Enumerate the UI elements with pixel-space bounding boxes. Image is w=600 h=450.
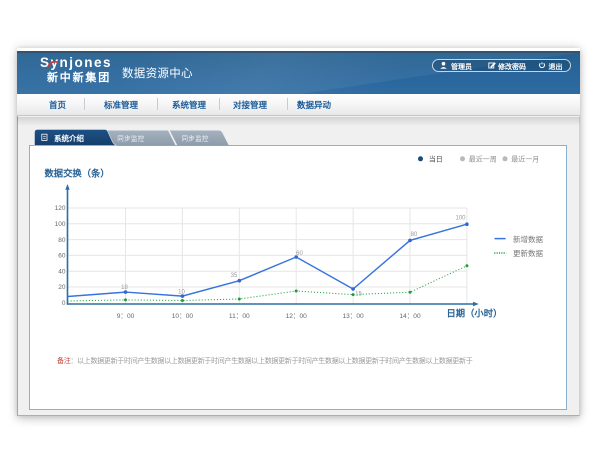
svg-text:11：00: 11：00	[229, 313, 250, 320]
svg-text:100: 100	[55, 221, 66, 228]
svg-text:60: 60	[296, 251, 303, 257]
svg-text:14：00: 14：00	[399, 313, 421, 320]
svg-text:数据交换（条）: 数据交换（条）	[45, 168, 110, 179]
svg-text:最近一周: 最近一周	[469, 155, 497, 164]
svg-text:10：00: 10：00	[172, 313, 194, 320]
svg-text:更新数据: 更新数据	[513, 248, 543, 258]
svg-text:9：00: 9：00	[117, 313, 135, 320]
svg-text:80: 80	[58, 237, 66, 244]
svg-text:新增数据: 新增数据	[513, 234, 543, 244]
svg-text:40: 40	[58, 268, 66, 275]
svg-text:100: 100	[455, 216, 466, 222]
svg-text:日期（小时）: 日期（小时）	[447, 308, 503, 319]
svg-text:20: 20	[58, 284, 66, 291]
svg-text:10: 10	[178, 290, 185, 296]
svg-text:18: 18	[121, 285, 128, 291]
svg-text:最近一月: 最近一月	[511, 155, 539, 164]
svg-text:35: 35	[231, 273, 238, 279]
svg-text:15: 15	[355, 292, 362, 298]
svg-text:系统介绍: 系统介绍	[54, 133, 84, 143]
svg-text:当日: 当日	[429, 155, 443, 164]
svg-text:120: 120	[55, 205, 66, 212]
svg-text:同步监控: 同步监控	[117, 134, 144, 143]
svg-text:13：00: 13：00	[342, 313, 364, 320]
svg-text:0: 0	[62, 300, 66, 307]
svg-text:80: 80	[411, 232, 418, 238]
svg-text:同步监控: 同步监控	[182, 134, 209, 143]
svg-text:12：00: 12：00	[286, 313, 308, 320]
svg-text:60: 60	[58, 253, 66, 260]
